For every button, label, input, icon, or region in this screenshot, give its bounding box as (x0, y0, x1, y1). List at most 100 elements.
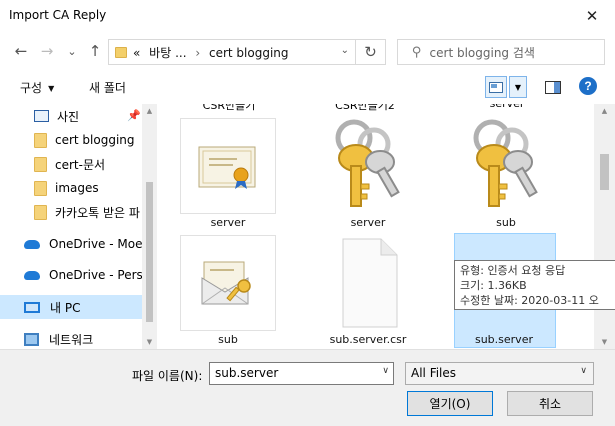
refresh-button[interactable]: ↻ (355, 40, 385, 64)
sidebar-item-images[interactable]: images (34, 176, 99, 200)
content-scrollbar[interactable]: ▲ ▼ (594, 104, 615, 349)
file-thumbnail (180, 235, 276, 331)
close-button[interactable]: ✕ (569, 0, 615, 32)
filetype-value: All Files (411, 366, 457, 380)
sidebar-item-pictures[interactable]: 사진 📌 (34, 104, 142, 128)
file-thumbnail (180, 118, 276, 214)
tooltip-modified: 수정한 날짜: 2020-03-11 오 (460, 294, 599, 307)
organize-button[interactable]: 구성 ▼ (20, 79, 54, 96)
file-thumbnail (320, 118, 416, 214)
breadcrumb-overflow[interactable]: « (133, 46, 140, 60)
sidebar-item-cert-docs[interactable]: cert-문서 (34, 152, 105, 176)
breadcrumb-separator-icon: › (195, 45, 201, 60)
view-icon (489, 81, 503, 93)
change-view-button[interactable] (485, 76, 507, 98)
forward-arrow-icon: → (40, 42, 54, 60)
dialog-footer: 파일 이름(N): sub.server ∨ All Files ∨ 열기(O)… (0, 349, 615, 426)
command-bar: 구성 ▼ 새 폴더 ▼ ? (0, 70, 615, 104)
folder-icon (34, 156, 47, 172)
sidebar-item-label: 내 PC (50, 300, 81, 315)
file-name: sub (218, 333, 238, 346)
title-bar: Import CA Reply ✕ (0, 0, 615, 32)
sidebar-item-label: 카카오톡 받은 파 (55, 205, 140, 220)
onedrive-icon (24, 239, 40, 249)
address-bar[interactable]: « 바탕 ... › cert blogging ⌄ ↻ (108, 39, 386, 65)
filetype-select[interactable]: All Files ∨ (405, 362, 594, 385)
back-arrow-icon: ← (14, 42, 28, 60)
forward-button[interactable]: → (37, 41, 57, 61)
sidebar-scroll-thumb[interactable] (146, 182, 153, 322)
file-item[interactable]: sub (180, 235, 276, 347)
up-arrow-icon: ↑ (88, 42, 102, 60)
preview-pane-icon (545, 80, 561, 94)
refresh-icon: ↻ (364, 43, 377, 61)
sidebar-item-label: OneDrive - Person (49, 268, 142, 282)
file-item[interactable]: server (320, 118, 416, 230)
sidebar-item-network[interactable]: 네트워크 (24, 327, 93, 349)
help-button[interactable]: ? (579, 77, 597, 95)
scroll-up-icon[interactable]: ▲ (142, 107, 157, 115)
filename-value: sub.server (215, 366, 279, 380)
breadcrumb: « 바탕 ... › cert blogging (133, 44, 289, 61)
sidebar-item-onedrive-moe[interactable]: OneDrive - Moe, (24, 232, 142, 256)
sidebar-item-label: 네트워크 (49, 332, 94, 347)
sidebar-item-label: images (55, 181, 99, 195)
back-button[interactable]: ← (11, 41, 31, 61)
recent-locations-button[interactable]: ⌄ (62, 41, 82, 61)
sidebar-item-kakaotalk[interactable]: 카카오톡 받은 파 (34, 200, 140, 224)
breadcrumb-item[interactable]: cert blogging (209, 46, 289, 60)
file-item[interactable]: sub (458, 118, 554, 230)
preview-pane-button[interactable] (544, 78, 562, 96)
filename-label: 파일 이름(N): (132, 369, 203, 383)
scroll-up-icon[interactable]: ▲ (594, 107, 615, 115)
sidebar-item-this-pc[interactable]: 내 PC (0, 295, 142, 319)
open-button[interactable]: 열기(O) (407, 391, 493, 416)
file-name: server (210, 216, 246, 229)
content-scroll-thumb[interactable] (600, 154, 609, 190)
pictures-icon (34, 110, 49, 122)
pc-icon (24, 301, 40, 313)
certificate-mail-icon (201, 261, 251, 305)
caret-down-icon: ▼ (514, 82, 522, 92)
search-placeholder: cert blogging 검색 (429, 45, 535, 60)
chevron-down-icon[interactable]: ∨ (382, 366, 389, 376)
breadcrumb-item[interactable]: 바탕 ... (149, 46, 186, 60)
tooltip-size: 크기: 1.36KB (460, 279, 527, 292)
folder-icon (115, 46, 127, 58)
sidebar-item-cert-blogging[interactable]: cert blogging (34, 128, 135, 152)
tooltip-type: 유형: 인증서 요청 응답 (460, 264, 566, 277)
blank-file-icon (342, 238, 398, 328)
search-box[interactable]: ⚲ cert blogging 검색 (397, 39, 605, 65)
sidebar-item-label: OneDrive - Moe, (49, 237, 142, 251)
address-dropdown-icon[interactable]: ⌄ (341, 45, 349, 56)
filename-input[interactable]: sub.server ∨ (209, 362, 394, 385)
keys-icon (335, 119, 400, 207)
folder-icon (34, 204, 47, 220)
sidebar-item-onedrive-personal[interactable]: OneDrive - Person (24, 263, 142, 287)
sidebar-scrollbar[interactable]: ▲ ▼ (142, 104, 157, 349)
cancel-button[interactable]: 취소 (507, 391, 593, 416)
sidebar-item-label: cert-문서 (55, 157, 106, 172)
new-folder-button[interactable]: 새 폴더 (89, 79, 126, 96)
scroll-down-icon[interactable]: ▼ (142, 338, 157, 346)
window-title: Import CA Reply (9, 8, 107, 22)
certificate-icon (198, 146, 256, 189)
file-item[interactable]: server (180, 118, 276, 230)
file-label-partial: CSR만들기2 (335, 104, 395, 112)
scroll-down-icon[interactable]: ▼ (594, 338, 615, 346)
folder-icon (34, 180, 47, 196)
organize-label: 구성 (20, 81, 43, 95)
navigation-pane: 사진 📌 cert blogging cert-문서 images 카카오톡 받… (0, 104, 142, 349)
file-thumbnail (458, 118, 554, 214)
search-icon: ⚲ (412, 44, 422, 60)
pin-icon: 📌 (127, 109, 141, 122)
up-button[interactable]: ↑ (85, 41, 105, 61)
chevron-down-icon: ⌄ (67, 44, 77, 58)
file-name: sub.server (474, 333, 533, 346)
close-icon: ✕ (585, 7, 599, 25)
file-item[interactable]: sub.server.csr (320, 235, 416, 347)
sidebar-item-label: cert blogging (55, 133, 135, 147)
sidebar-item-label: 사진 (57, 109, 80, 124)
view-options-dropdown[interactable]: ▼ (509, 76, 527, 98)
navigation-bar: ← → ⌄ ↑ « 바탕 ... › cert blogging ⌄ ↻ ⚲ c… (0, 32, 615, 70)
